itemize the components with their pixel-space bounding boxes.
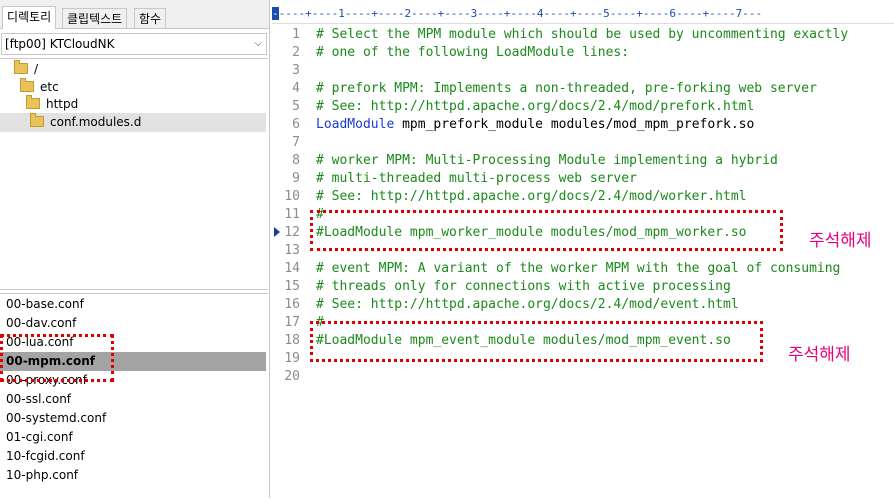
line-number: 4 <box>292 81 300 96</box>
tree-node-conf-modules-d[interactable]: conf.modules.d <box>0 113 266 132</box>
ruler-cursor: - <box>272 7 279 20</box>
annotation-uncomment-event: 주석해제 <box>788 345 851 365</box>
folder-open-icon <box>30 113 44 127</box>
line-text: # threads only for connections with acti… <box>316 279 731 294</box>
file-item[interactable]: 10-fcgid.conf <box>0 447 266 466</box>
site-select[interactable]: [ftp00] KTCloudNK ⌵ <box>1 33 267 55</box>
line-number: 3 <box>292 63 300 78</box>
line-text: # multi-threaded multi-process web serve… <box>316 171 637 186</box>
annotation-uncomment-worker: 주석해제 <box>809 231 872 251</box>
line-number: 13 <box>284 243 300 258</box>
keyword-token: LoadModule <box>316 117 395 132</box>
line-number: 5 <box>292 99 300 114</box>
file-item[interactable]: 01-cgi.conf <box>0 428 266 447</box>
line-number: 1 <box>292 27 300 42</box>
line-text: # Select the MPM module which should be … <box>316 27 849 42</box>
line-number: 17 <box>284 315 300 330</box>
line-number: 16 <box>284 297 300 312</box>
line-text: # event MPM: A variant of the worker MPM… <box>316 261 841 276</box>
line-number: 7 <box>292 135 300 150</box>
file-item[interactable]: 10-php.conf <box>0 466 266 485</box>
line-text: # prefork MPM: Implements a non-threaded… <box>316 81 817 96</box>
line-number: 6 <box>292 117 300 132</box>
highlight-box-file <box>0 334 114 382</box>
tree-node-root[interactable]: / <box>14 60 38 79</box>
file-list: 00-base.conf 00-dav.conf 00-lua.conf 00-… <box>0 293 268 499</box>
tree-node-httpd[interactable]: httpd <box>26 95 78 114</box>
directive-args: mpm_prefork_module modules/mod_mpm_prefo… <box>394 117 755 132</box>
highlight-box-worker <box>310 210 783 251</box>
line-number: 10 <box>284 189 300 204</box>
file-item[interactable]: 00-systemd.conf <box>0 409 266 428</box>
line-text: LoadModule mpm_prefork_module modules/mo… <box>316 116 754 134</box>
panel-tabs: 디렉토리 클립텍스트 함수 <box>0 0 269 29</box>
line-text: # See: http://httpd.apache.org/docs/2.4/… <box>316 297 739 312</box>
line-text: # one of the following LoadModule lines: <box>316 45 630 60</box>
chevron-down-icon[interactable]: ⌵ <box>254 34 262 54</box>
folder-icon <box>20 78 34 92</box>
line-number: 2 <box>292 45 300 60</box>
line-number: 20 <box>284 369 300 384</box>
line-number: 14 <box>284 261 300 276</box>
file-item[interactable]: 00-base.conf <box>0 295 266 314</box>
tab-directory[interactable]: 디렉토리 <box>2 6 57 29</box>
code-editor[interactable]: -----+----1----+----2----+----3----+----… <box>272 0 894 498</box>
folder-icon <box>26 95 40 109</box>
line-number: 11 <box>284 207 300 222</box>
folder-icon <box>14 60 28 74</box>
directory-tree: / etc httpd conf.modules.d <box>0 58 268 290</box>
line-number: 9 <box>292 171 300 186</box>
line-text: # worker MPM: Multi-Processing Module im… <box>316 153 778 168</box>
line-number: 8 <box>292 153 300 168</box>
column-ruler: -----+----1----+----2----+----3----+----… <box>272 5 894 24</box>
highlight-box-event <box>310 321 763 362</box>
file-item[interactable]: 00-dav.conf <box>0 314 266 333</box>
line-number: 19 <box>284 351 300 366</box>
line-number: 18 <box>284 333 300 348</box>
site-select-value: [ftp00] KTCloudNK <box>5 37 115 51</box>
line-number: 12 <box>284 225 300 240</box>
line-text: # See: http://httpd.apache.org/docs/2.4/… <box>316 99 755 114</box>
tab-functions[interactable]: 함수 <box>134 8 167 28</box>
file-item[interactable]: 00-ssl.conf <box>0 390 266 409</box>
left-panel: 디렉토리 클립텍스트 함수 [ftp00] KTCloudNK ⌵ / etc … <box>0 0 270 498</box>
line-number: 15 <box>284 279 300 294</box>
line-text: # See: http://httpd.apache.org/docs/2.4/… <box>316 189 747 204</box>
tab-cliptext[interactable]: 클립텍스트 <box>62 8 128 28</box>
